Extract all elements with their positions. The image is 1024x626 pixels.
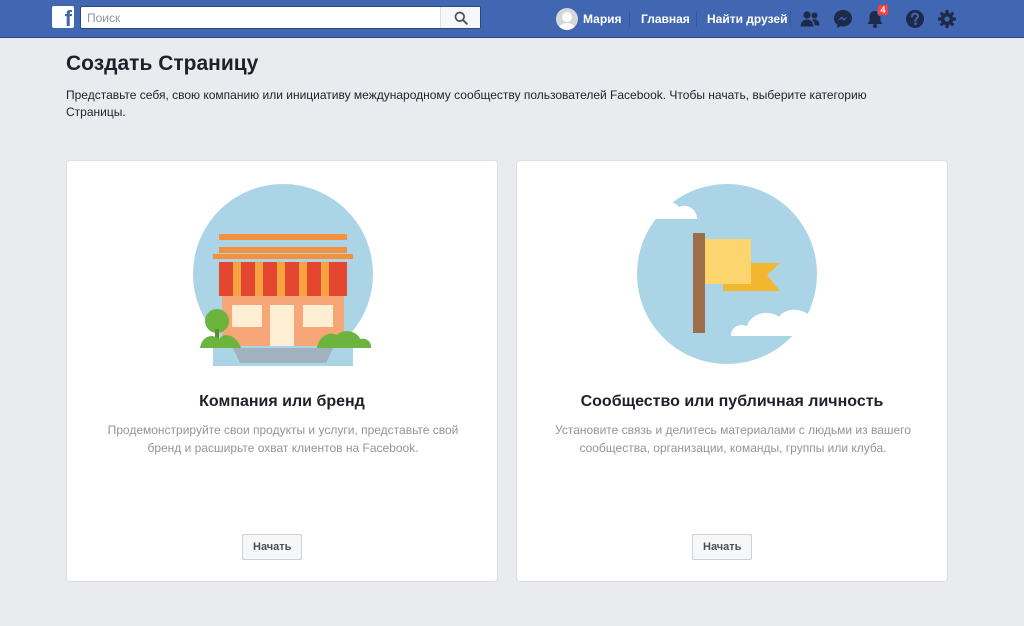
messenger-icon — [834, 10, 852, 28]
card-description: Установите связь и делитесь материалами … — [555, 423, 911, 455]
find-friends-label: Найти друзей — [707, 12, 788, 26]
friend-requests-button[interactable] — [799, 8, 821, 30]
help-button[interactable] — [904, 8, 926, 30]
divider — [790, 11, 791, 27]
settings-icon — [938, 10, 956, 28]
help-icon — [906, 10, 924, 28]
community-public-figure-card[interactable]: Сообщество или публичная личность Устано… — [516, 160, 948, 582]
avatar — [556, 8, 578, 30]
page-title: Создать Страницу — [66, 52, 259, 75]
friend-requests-icon — [800, 11, 820, 27]
card-title: Сообщество или публичная личность — [580, 393, 884, 410]
search-box — [80, 6, 481, 29]
business-brand-card[interactable]: Компания или бренд Продемонстрируйте сво… — [66, 160, 498, 582]
notifications-badge: 4 — [877, 4, 889, 16]
home-link[interactable]: Главная — [641, 0, 690, 38]
settings-button[interactable] — [936, 8, 958, 30]
find-friends-link[interactable]: Найти друзей — [707, 0, 787, 38]
home-link-label: Главная — [641, 12, 690, 26]
facebook-logo-icon[interactable]: f — [52, 6, 74, 28]
profile-link[interactable]: Мария — [556, 0, 622, 38]
divider — [629, 11, 630, 27]
divider — [696, 11, 697, 27]
card-description: Продемонстрируйте свои продукты и услуги… — [107, 423, 459, 455]
flag-icon — [633, 184, 830, 364]
search-input[interactable] — [81, 7, 441, 28]
start-button[interactable]: Начать — [692, 534, 753, 560]
search-icon — [454, 11, 468, 25]
page-description: Представьте себя, свою компанию или иниц… — [66, 88, 867, 119]
start-button[interactable]: Начать — [242, 534, 303, 560]
top-navigation-bar: f Мария Главная Найти друзей — [0, 0, 1024, 38]
storefront-icon — [193, 184, 373, 366]
user-name: Мария — [583, 12, 622, 26]
messenger-button[interactable] — [832, 8, 854, 30]
card-title: Компания или бренд — [199, 393, 365, 410]
search-button[interactable] — [440, 7, 480, 28]
